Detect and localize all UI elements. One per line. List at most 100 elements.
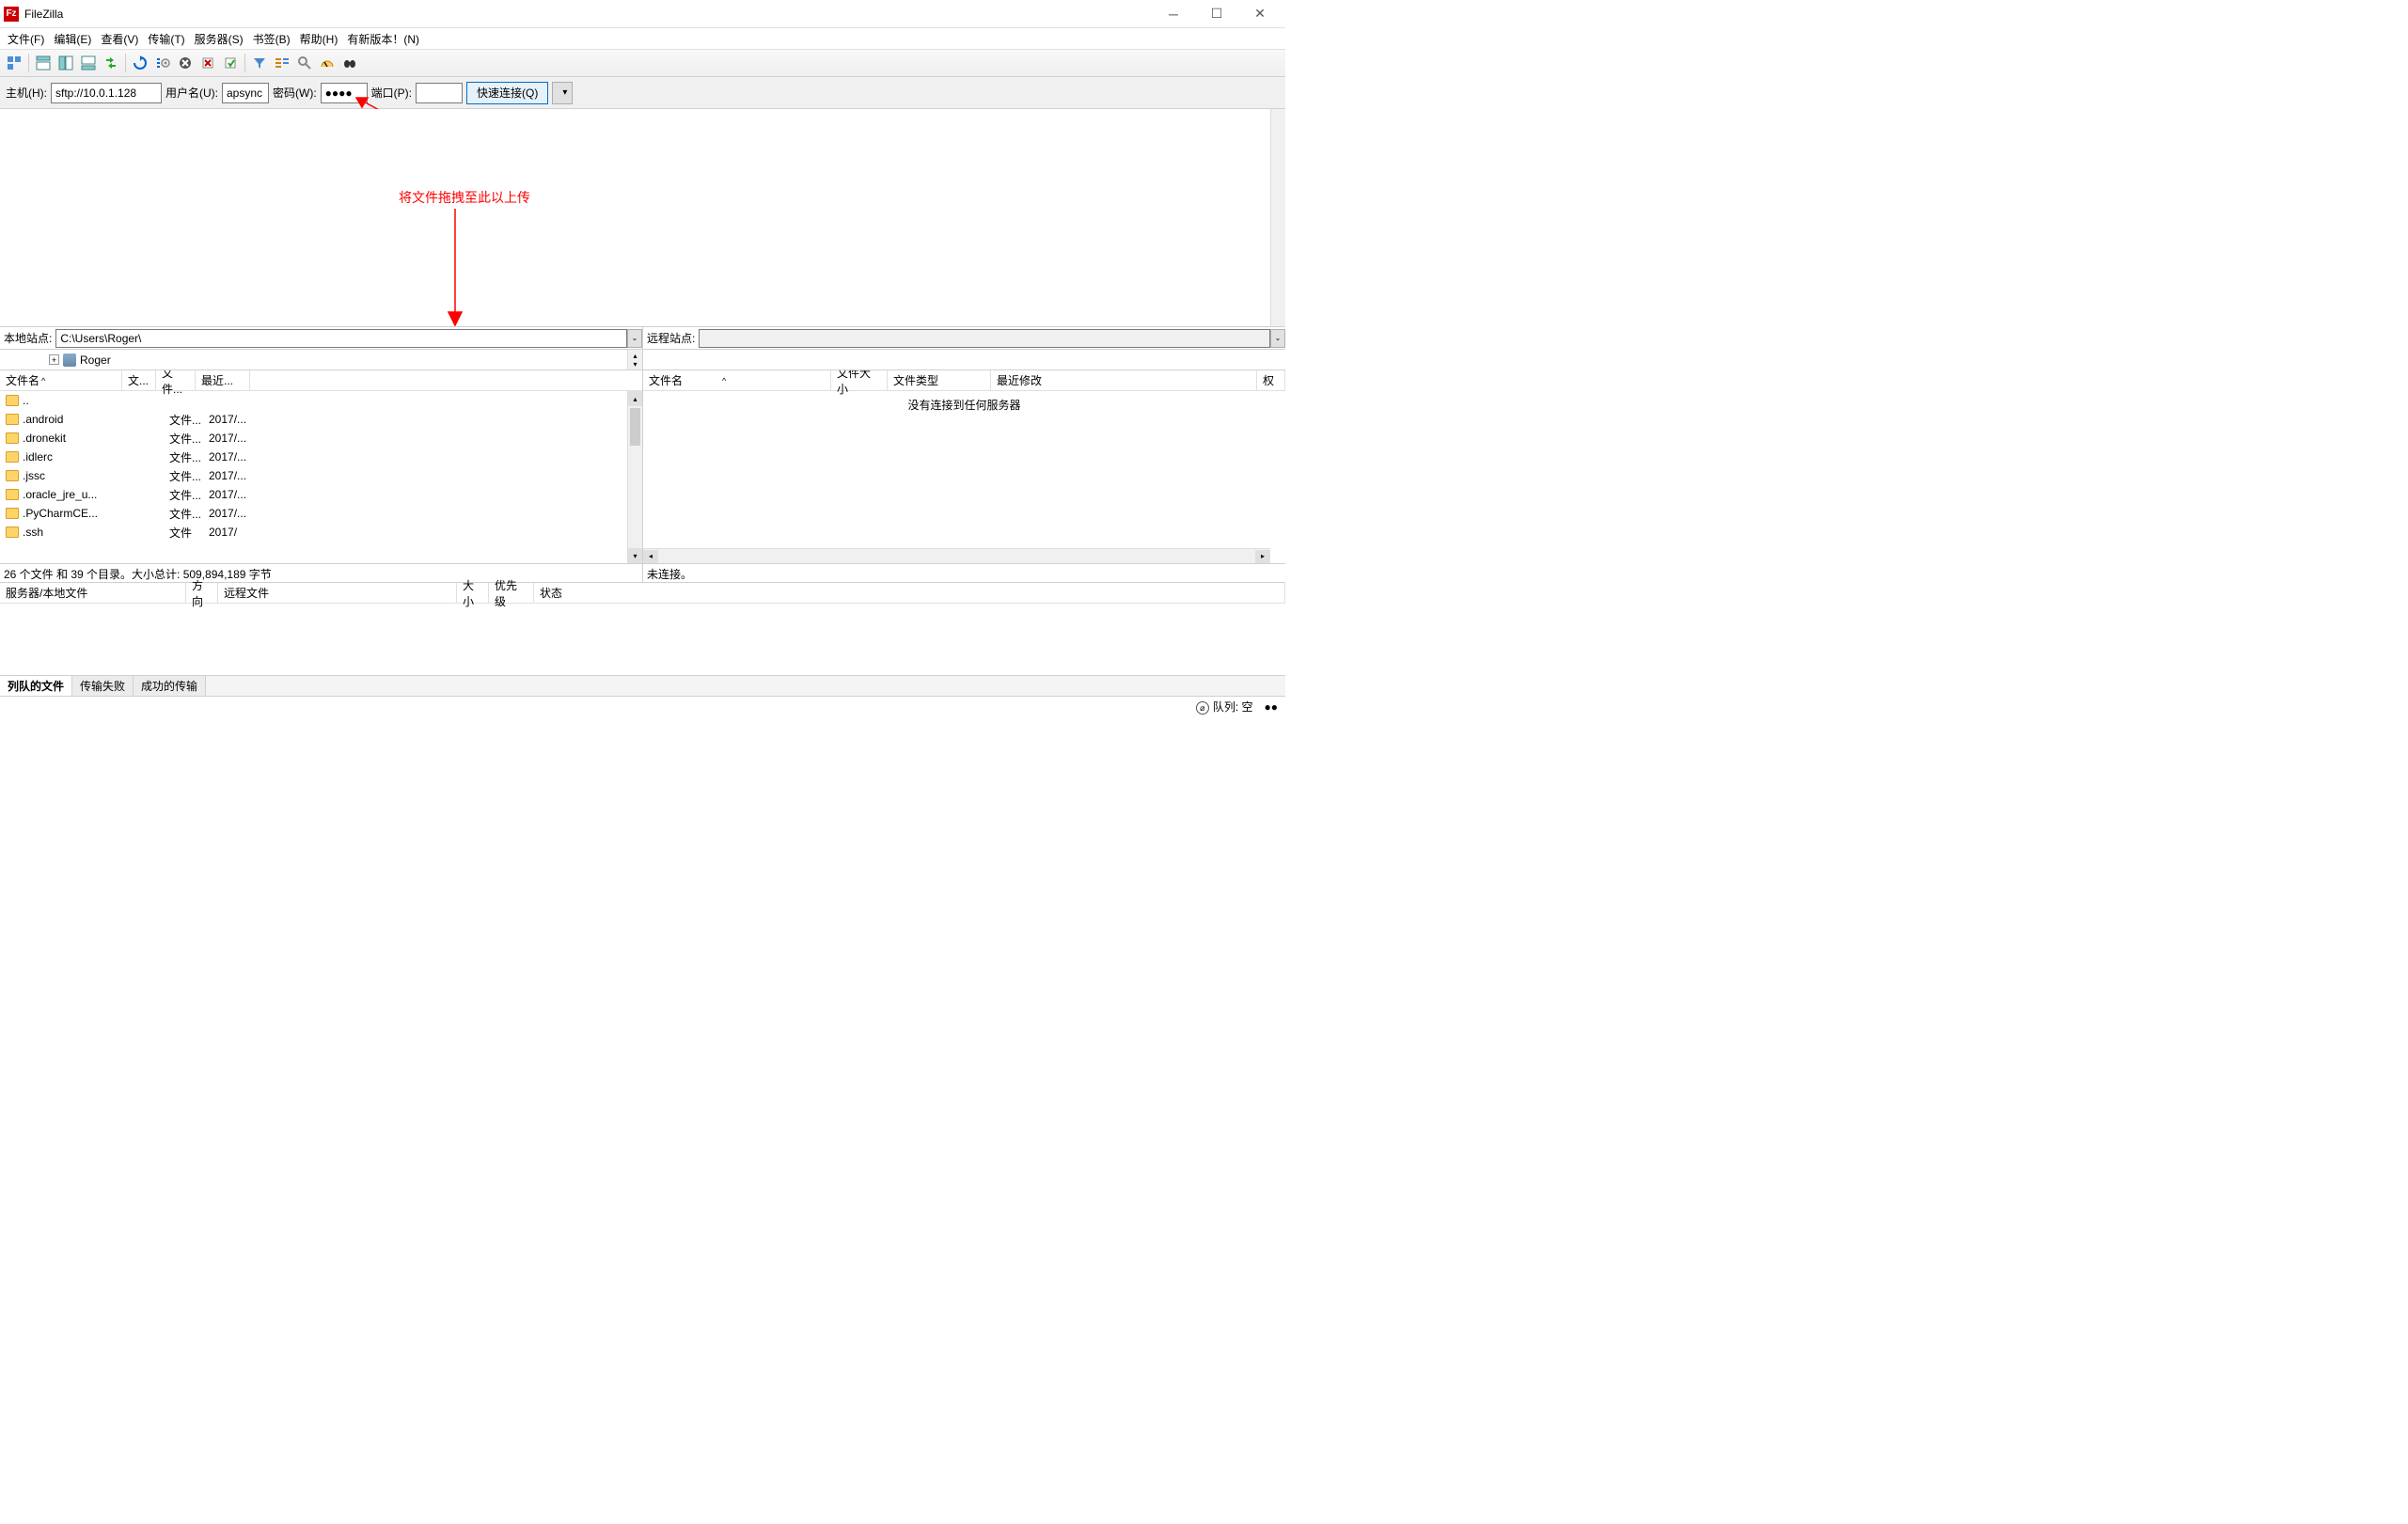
sync-browse-button[interactable] — [101, 53, 121, 73]
folder-icon — [6, 395, 19, 406]
queue-col-direction[interactable]: 方向 — [186, 583, 218, 603]
menu-transfer[interactable]: 传输(T) — [144, 29, 188, 49]
cancel-button[interactable] — [175, 53, 196, 73]
col-name[interactable]: 文件名 ^ — [0, 370, 122, 390]
local-tree[interactable]: + Roger ▴▾ — [0, 350, 643, 369]
disconnect-button[interactable] — [197, 53, 218, 73]
app-logo-icon: Fz — [4, 7, 19, 22]
local-site-dropdown[interactable]: ⌄ — [627, 329, 642, 348]
local-file-body[interactable]: ...android文件...2017/....dronekit文件...201… — [0, 391, 642, 542]
local-status: 26 个文件 和 39 个目录。大小总计: 509,894,189 字节 — [0, 564, 643, 582]
port-label: 端口(P): — [371, 85, 412, 101]
folder-icon — [6, 470, 19, 481]
statusbar: ⌀队列: 空 ●● — [0, 696, 1285, 716]
process-queue-button[interactable] — [152, 53, 173, 73]
remote-site-dropdown[interactable]: ⌄ — [1270, 329, 1285, 348]
titlebar: Fz FileZilla ─ ☐ ✕ — [0, 0, 1285, 28]
col-type-remote[interactable]: 文件类型 — [888, 370, 991, 390]
local-site-panel: 本地站点: ⌄ — [0, 327, 643, 349]
quickconnect-bar: 主机(H): 用户名(U): 密码(W): 端口(P): 快速连接(Q) ▾ — [0, 77, 1285, 109]
file-row[interactable]: .. — [0, 391, 642, 410]
col-date[interactable]: 最近... — [196, 370, 250, 390]
folder-icon — [6, 526, 19, 538]
search-button[interactable] — [294, 53, 315, 73]
user-input[interactable] — [222, 83, 269, 103]
annotation-arrow-drop-icon — [441, 207, 469, 327]
local-file-list: 文件名 ^ 文... 文件... 最近... ...android文件...20… — [0, 370, 643, 563]
toggle-queue-button[interactable] — [78, 53, 99, 73]
queue-col-priority[interactable]: 优先级 — [489, 583, 534, 603]
queue-tab-queued[interactable]: 列队的文件 — [0, 676, 72, 696]
port-input[interactable] — [416, 83, 463, 103]
host-input[interactable] — [51, 83, 162, 103]
file-row[interactable]: .idlerc文件...2017/... — [0, 448, 642, 466]
speed-limit-button[interactable] — [317, 53, 338, 73]
compare-button[interactable] — [272, 53, 292, 73]
queue-tab-failed[interactable]: 传输失败 — [72, 676, 134, 696]
minimize-button[interactable]: ─ — [1152, 0, 1195, 28]
menu-help[interactable]: 帮助(H) — [296, 29, 342, 49]
remote-site-label: 远程站点: — [643, 330, 699, 346]
pass-input[interactable] — [321, 83, 368, 103]
annotation-text: 将文件拖拽至此以上传 — [399, 188, 530, 207]
col-date-remote[interactable]: 最近修改 — [991, 370, 1257, 390]
tree-expand-icon[interactable]: + — [49, 354, 59, 365]
queue-col-size[interactable]: 大小 — [457, 583, 489, 603]
pass-label: 密码(W): — [273, 85, 317, 101]
file-row[interactable]: .android文件...2017/... — [0, 410, 642, 429]
file-row[interactable]: .ssh文件2017/ — [0, 523, 642, 542]
toggle-log-button[interactable] — [33, 53, 54, 73]
queue-col-status[interactable]: 状态 — [534, 583, 1285, 603]
file-row[interactable]: .oracle_jre_u...文件...2017/... — [0, 485, 642, 504]
menu-server[interactable]: 服务器(S) — [191, 29, 247, 49]
quickconnect-dropdown[interactable]: ▾ — [552, 82, 573, 104]
queue-body[interactable] — [0, 604, 1285, 675]
reconnect-button[interactable] — [220, 53, 241, 73]
menu-edit[interactable]: 编辑(E) — [50, 29, 95, 49]
local-tree-scrollbar[interactable]: ▴▾ — [627, 350, 642, 369]
quickconnect-button[interactable]: 快速连接(Q) — [466, 82, 548, 104]
local-file-scrollbar[interactable]: ▴▾ — [627, 391, 642, 563]
file-row[interactable]: .jssc文件...2017/... — [0, 466, 642, 485]
col-perm-remote[interactable]: 权 — [1257, 370, 1285, 390]
remote-file-list: 文件名 ^ 文件大小 文件类型 最近修改 权 没有连接到任何服务器 ◂▸ — [643, 370, 1285, 563]
col-name-remote[interactable]: 文件名 ^ — [643, 370, 831, 390]
local-site-input[interactable] — [55, 329, 627, 348]
maximize-button[interactable]: ☐ — [1195, 0, 1238, 28]
local-file-header: 文件名 ^ 文... 文件... 最近... — [0, 370, 642, 391]
log-scrollbar[interactable] — [1270, 109, 1285, 326]
status-indicator-icon: ●● — [1265, 700, 1279, 714]
queue-header: 服务器/本地文件 方向 远程文件 大小 优先级 状态 — [0, 583, 1285, 604]
menu-file[interactable]: 文件(F) — [4, 29, 48, 49]
site-manager-button[interactable] — [4, 53, 24, 73]
app-title: FileZilla — [24, 8, 63, 21]
toggle-tree-button[interactable] — [55, 53, 76, 73]
file-row[interactable]: .dronekit文件...2017/... — [0, 429, 642, 448]
host-label: 主机(H): — [6, 85, 47, 101]
queue-col-remote[interactable]: 远程文件 — [218, 583, 457, 603]
remote-site-input[interactable] — [699, 329, 1270, 348]
refresh-button[interactable] — [130, 53, 150, 73]
local-site-label: 本地站点: — [0, 330, 55, 346]
folder-icon — [6, 508, 19, 519]
message-log: 将文件拖拽至此以上传 — [0, 109, 1285, 327]
queue-col-server[interactable]: 服务器/本地文件 — [0, 583, 186, 603]
remote-tree[interactable] — [643, 350, 1285, 369]
user-label: 用户名(U): — [165, 85, 218, 101]
remote-status: 未连接。 — [643, 564, 1285, 582]
site-bar: 本地站点: ⌄ 远程站点: ⌄ — [0, 327, 1285, 350]
toolbar — [0, 49, 1285, 77]
binoculars-button[interactable] — [339, 53, 360, 73]
col-size-remote[interactable]: 文件大小 — [831, 370, 888, 390]
menu-bookmarks[interactable]: 书签(B) — [249, 29, 294, 49]
queue-tab-success[interactable]: 成功的传输 — [134, 676, 206, 696]
remote-empty-message: 没有连接到任何服务器 — [643, 391, 1285, 418]
file-row[interactable]: .PyCharmCE...文件...2017/... — [0, 504, 642, 523]
remote-file-h-scrollbar[interactable]: ◂▸ — [643, 548, 1270, 563]
col-type[interactable]: 文件... — [156, 370, 196, 390]
col-size[interactable]: 文... — [122, 370, 156, 390]
menu-update[interactable]: 有新版本！(N) — [343, 29, 423, 49]
menu-view[interactable]: 查看(V) — [97, 29, 142, 49]
close-button[interactable]: ✕ — [1238, 0, 1282, 28]
filter-button[interactable] — [249, 53, 270, 73]
